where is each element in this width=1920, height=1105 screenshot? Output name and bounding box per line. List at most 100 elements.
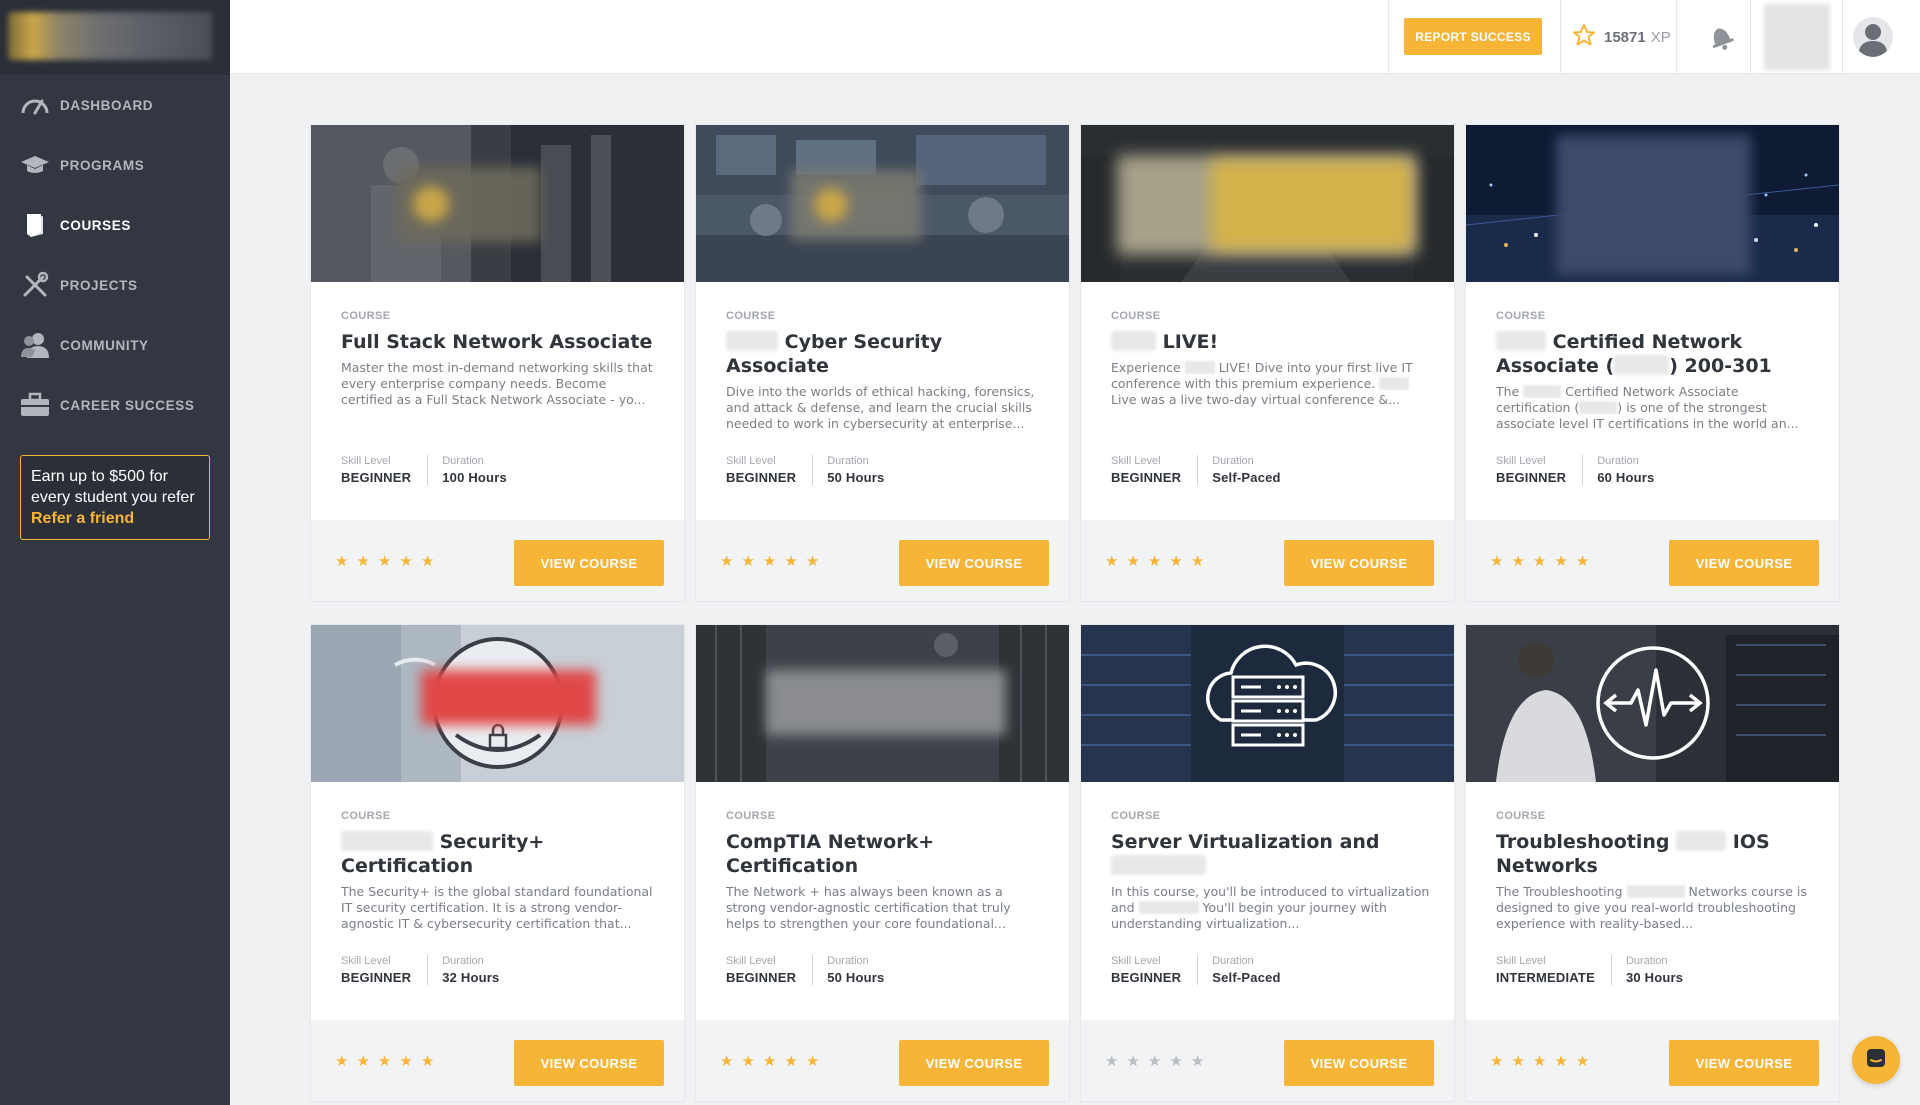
- view-course-button[interactable]: VIEW COURSE: [514, 540, 664, 586]
- skill-level-value: BEGINNER: [1111, 970, 1182, 985]
- course-image[interactable]: [1081, 625, 1454, 782]
- star-icon: ★: [720, 552, 734, 570]
- skill-level-value: BEGINNER: [1111, 470, 1182, 485]
- course-type-label: COURSE: [1111, 810, 1161, 822]
- star-icon: ★: [1490, 552, 1504, 570]
- duration-value: 32 Hours: [442, 970, 500, 985]
- course-image[interactable]: [1081, 125, 1454, 282]
- star-icon: ★: [741, 1052, 755, 1070]
- course-footer: ★ ★ ★ ★ ★ VIEW COURSE: [1466, 520, 1839, 601]
- star-icon: ★: [784, 1052, 798, 1070]
- course-title[interactable]: Cyber Security Associate: [726, 330, 1046, 378]
- view-course-button[interactable]: VIEW COURSE: [1669, 1040, 1819, 1086]
- star-icon: ★: [741, 552, 755, 570]
- sidebar-item-label: DASHBOARD: [60, 97, 154, 113]
- skill-level-value: BEGINNER: [726, 470, 797, 485]
- star-icon: [1572, 23, 1596, 51]
- refer-friend-link[interactable]: Refer a friend: [31, 510, 134, 527]
- star-icon: ★: [399, 552, 413, 570]
- star-icon: ★: [356, 552, 370, 570]
- notification-bell-icon[interactable]: [1706, 22, 1736, 56]
- course-card: COURSE CompTIA Network+ Certification Th…: [695, 624, 1070, 1102]
- course-footer: ★ ★ ★ ★ ★ VIEW COURSE: [1081, 1020, 1454, 1101]
- course-type-label: COURSE: [726, 310, 776, 322]
- course-image[interactable]: [696, 625, 1069, 782]
- duration-value: 30 Hours: [1625, 970, 1684, 985]
- course-description: The Network + has always been known as a…: [726, 884, 1011, 931]
- skill-level-label: Skill Level: [726, 955, 776, 967]
- duration-label: Duration: [1212, 455, 1254, 467]
- course-footer: ★ ★ ★ ★ ★ VIEW COURSE: [696, 520, 1069, 601]
- star-icon: ★: [399, 1052, 413, 1070]
- course-title[interactable]: Full Stack Network Associate: [341, 330, 661, 354]
- course-description: The Certified Network Associate certific…: [1496, 384, 1816, 432]
- course-image[interactable]: [311, 125, 684, 282]
- star-icon: ★: [1147, 1052, 1162, 1070]
- report-success-button[interactable]: REPORT SUCCESS: [1404, 18, 1542, 55]
- chat-launcher-button[interactable]: [1852, 1036, 1900, 1084]
- view-course-button[interactable]: VIEW COURSE: [899, 1040, 1049, 1086]
- course-footer: ★ ★ ★ ★ ★ VIEW COURSE: [1081, 520, 1454, 601]
- course-title[interactable]: CompTIA Network+ Certification: [726, 830, 1046, 878]
- course-type-label: COURSE: [1496, 310, 1546, 322]
- view-course-button[interactable]: VIEW COURSE: [1284, 1040, 1434, 1086]
- organization-logo[interactable]: [1764, 4, 1830, 70]
- course-image[interactable]: [311, 625, 684, 782]
- course-description: Experience LIVE! Dive into your first li…: [1111, 360, 1431, 408]
- course-meta: Skill Level BEGINNER Duration Self-Paced: [1111, 955, 1297, 985]
- desc-text: Experience: [1111, 360, 1181, 375]
- star-icon: ★: [420, 552, 435, 570]
- rating-stars: ★ ★ ★ ★ ★: [1490, 552, 1597, 570]
- course-body: COURSE Certified Network Associate () 20…: [1496, 310, 1816, 432]
- sidebar-item-label: PROGRAMS: [60, 157, 145, 173]
- course-title[interactable]: Security+ Certification: [341, 830, 661, 878]
- course-body: COURSE Security+ Certification The Secur…: [341, 810, 661, 932]
- rating-stars: ★ ★ ★ ★ ★: [1105, 1052, 1212, 1070]
- sidebar-item-dashboard[interactable]: DASHBOARD: [0, 75, 230, 135]
- course-image[interactable]: [1466, 625, 1839, 782]
- divider: [1676, 0, 1677, 74]
- duration-value: 100 Hours: [442, 470, 507, 485]
- view-course-button[interactable]: VIEW COURSE: [899, 540, 1049, 586]
- star-icon: ★: [720, 1052, 734, 1070]
- divider: [1842, 0, 1843, 74]
- star-icon: ★: [1511, 552, 1525, 570]
- sidebar-item-community[interactable]: COMMUNITY: [0, 315, 230, 375]
- course-card: COURSE Cyber Security Associate Dive int…: [695, 124, 1070, 602]
- user-avatar-icon[interactable]: [1852, 16, 1894, 62]
- redacted-text: [1676, 831, 1727, 851]
- course-card: COURSE Full Stack Network Associate Mast…: [310, 124, 685, 602]
- chat-icon: [1865, 1047, 1887, 1073]
- rating-stars: ★ ★ ★ ★ ★: [335, 1052, 442, 1070]
- course-title[interactable]: Server Virtualization and: [1111, 830, 1431, 878]
- sidebar-item-programs[interactable]: PROGRAMS: [0, 135, 230, 195]
- course-title-text: Server Virtualization and: [1111, 831, 1380, 853]
- course-title[interactable]: Certified Network Associate () 200-301: [1496, 330, 1816, 378]
- course-meta: Skill Level BEGINNER Duration 60 Hours: [1496, 455, 1670, 485]
- view-course-button[interactable]: VIEW COURSE: [1669, 540, 1819, 586]
- xp-unit: XP: [1650, 28, 1671, 46]
- sidebar-item-career-success[interactable]: CAREER SUCCESS: [0, 375, 230, 435]
- star-icon: ★: [420, 1052, 435, 1070]
- view-course-button[interactable]: VIEW COURSE: [1284, 540, 1434, 586]
- logo-area[interactable]: [0, 0, 230, 75]
- course-title[interactable]: Troubleshooting IOS Networks: [1496, 830, 1816, 878]
- course-footer: ★ ★ ★ ★ ★ VIEW COURSE: [311, 520, 684, 601]
- xp-counter[interactable]: 15871 XP: [1572, 22, 1671, 52]
- redacted-text: [341, 831, 433, 851]
- sidebar-item-projects[interactable]: PROJECTS: [0, 255, 230, 315]
- course-image[interactable]: [1466, 125, 1839, 282]
- skill-level-value: BEGINNER: [341, 970, 412, 985]
- course-image[interactable]: [696, 125, 1069, 282]
- sidebar-item-label: COURSES: [60, 217, 131, 233]
- course-footer: ★ ★ ★ ★ ★ VIEW COURSE: [311, 1020, 684, 1101]
- refer-friend-banner[interactable]: Earn up to $500 for every student you re…: [20, 455, 210, 540]
- star-icon: ★: [805, 1052, 820, 1070]
- course-meta: Skill Level INTERMEDIATE Duration 30 Hours: [1496, 955, 1699, 985]
- course-title[interactable]: LIVE!: [1111, 330, 1431, 354]
- view-course-button[interactable]: VIEW COURSE: [514, 1040, 664, 1086]
- course-type-label: COURSE: [341, 810, 391, 822]
- desc-text: The: [1496, 384, 1520, 399]
- redacted-text: [1379, 377, 1410, 390]
- sidebar-item-courses[interactable]: COURSES: [0, 195, 230, 255]
